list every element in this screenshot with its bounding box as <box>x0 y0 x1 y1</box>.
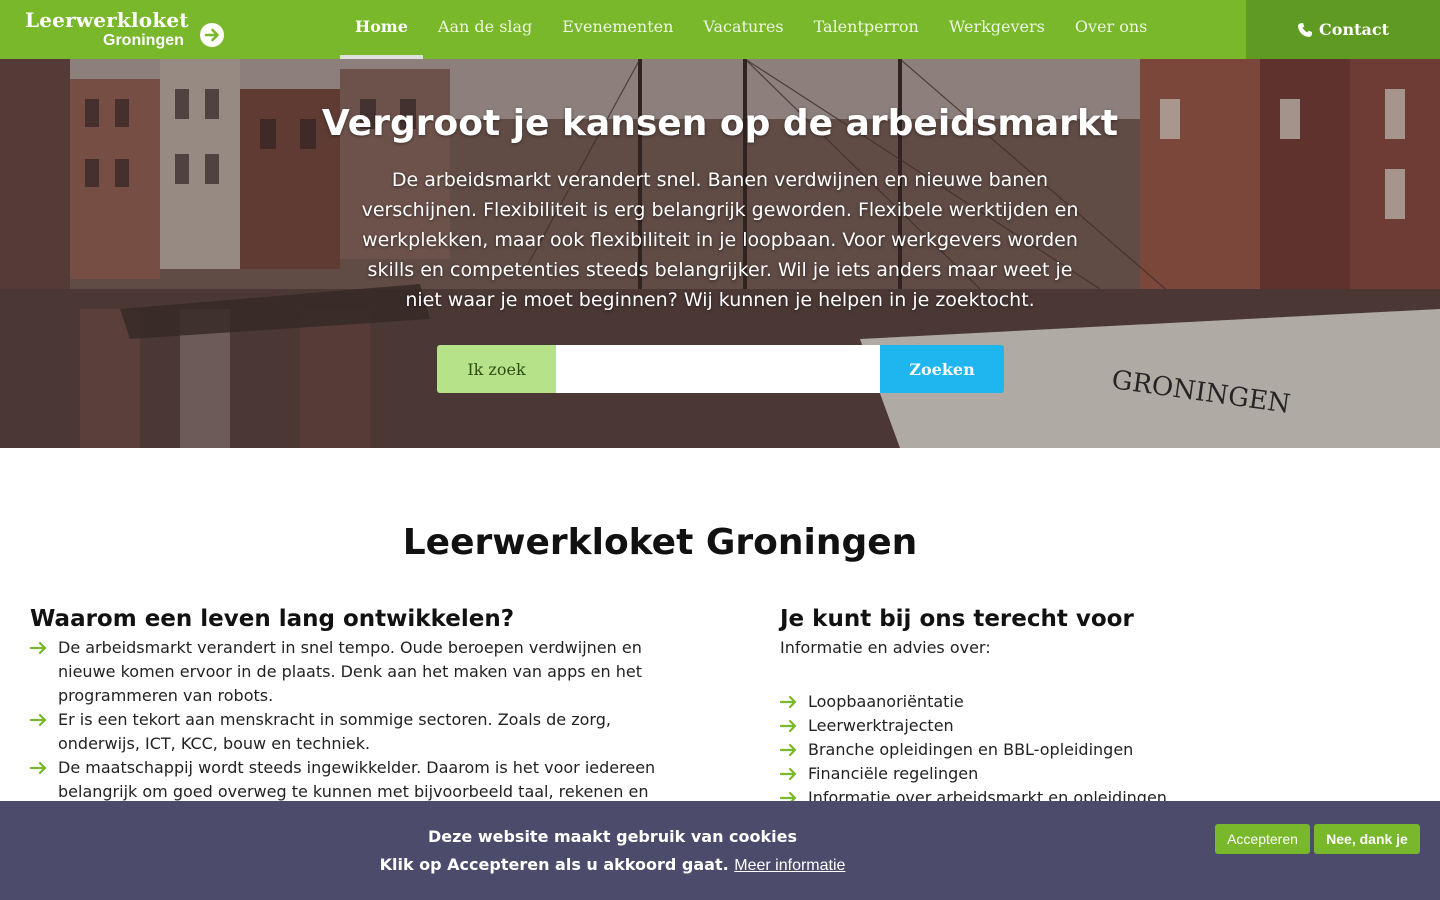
list-item: Leerwerktrajecten <box>780 714 1340 738</box>
why-develop-list: De arbeidsmarkt verandert in snel tempo.… <box>30 636 670 804</box>
arrow-right-icon <box>780 743 797 757</box>
cookie-message: Deze website maakt gebruik van cookies <box>427 827 798 846</box>
nav-item-vacatures[interactable]: Vacatures <box>688 0 798 59</box>
arrow-right-icon <box>780 695 797 709</box>
list-item-text: Branche opleidingen en BBL-opleidingen <box>808 740 1134 759</box>
nav-item-evenementen[interactable]: Evenementen <box>547 0 688 59</box>
cookie-instruction: Klik op Accepteren als u akkoord gaat. M… <box>0 855 1225 875</box>
cookie-instruction-text: Klik op Accepteren als u akkoord gaat. <box>379 855 729 874</box>
list-item-text: Er is een tekort aan menskracht in sommi… <box>58 710 611 753</box>
phone-icon <box>1298 22 1313 37</box>
search-button[interactable]: Zoeken <box>880 345 1004 393</box>
nav-item-over-ons[interactable]: Over ons <box>1060 0 1163 59</box>
main-nav: Home Aan de slag Evenementen Vacatures T… <box>340 0 1162 59</box>
list-item-text: Leerwerktrajecten <box>808 716 954 735</box>
list-item: Loopbaanoriëntatie <box>780 690 1340 714</box>
services-column: Je kunt bij ons terecht voor Informatie … <box>780 606 1340 810</box>
search-form: Ik zoek Zoeken <box>437 345 1004 393</box>
nav-item-home[interactable]: Home <box>340 0 423 59</box>
services-list: Loopbaanoriëntatie Leerwerktrajecten Bra… <box>780 690 1340 810</box>
list-item: Branche opleidingen en BBL-opleidingen <box>780 738 1340 762</box>
list-item: De arbeidsmarkt verandert in snel tempo.… <box>30 636 670 708</box>
arrow-right-icon <box>30 761 47 775</box>
why-develop-column: Waarom een leven lang ontwikkelen? De ar… <box>30 606 670 804</box>
list-item: De maatschappij wordt steeds ingewikkeld… <box>30 756 670 804</box>
accept-cookies-button[interactable]: Accepteren <box>1215 824 1310 854</box>
hero-description: De arbeidsmarkt verandert snel. Banen ve… <box>361 169 1079 311</box>
contact-label: Contact <box>1319 20 1389 39</box>
arrow-right-icon <box>780 767 797 781</box>
hero-banner: GRONINGEN Vergroot je kansen op de arbei… <box>0 59 1440 448</box>
section-title: Leerwerkloket Groningen <box>402 522 918 563</box>
site-logo[interactable]: Leerwerkloket Groningen <box>25 8 225 52</box>
list-item-text: Loopbaanoriëntatie <box>808 692 964 711</box>
arrow-right-icon <box>30 713 47 727</box>
nav-item-werkgevers[interactable]: Werkgevers <box>934 0 1060 59</box>
contact-button[interactable]: Contact <box>1246 0 1440 59</box>
arrow-right-circle-icon <box>200 23 224 47</box>
nav-item-aan-de-slag[interactable]: Aan de slag <box>423 0 547 59</box>
nav-item-talentperron[interactable]: Talentperron <box>799 0 934 59</box>
logo-title: Leerwerkloket <box>25 8 189 32</box>
search-label: Ik zoek <box>437 345 556 393</box>
list-item: Financiële regelingen <box>780 762 1340 786</box>
more-info-link[interactable]: Meer informatie <box>734 857 845 874</box>
search-input[interactable] <box>556 345 880 393</box>
arrow-right-icon <box>30 641 47 655</box>
arrow-right-icon <box>780 719 797 733</box>
list-item-text: De arbeidsmarkt verandert in snel tempo.… <box>58 638 642 705</box>
why-develop-title: Waarom een leven lang ontwikkelen? <box>30 606 515 632</box>
services-intro: Informatie en advies over: <box>780 638 991 657</box>
logo-subtitle: Groningen <box>103 32 184 49</box>
hero-title: Vergroot je kansen op de arbeidsmarkt <box>321 103 1119 144</box>
top-navigation-bar: Leerwerkloket Groningen Home Aan de slag… <box>0 0 1440 59</box>
list-item: Er is een tekort aan menskracht in sommi… <box>30 708 670 756</box>
decline-cookies-button[interactable]: Nee, dank je <box>1314 824 1420 854</box>
list-item-text: De maatschappij wordt steeds ingewikkeld… <box>58 758 656 801</box>
cookie-banner: Deze website maakt gebruik van cookies K… <box>0 801 1440 900</box>
list-item-text: Financiële regelingen <box>808 764 979 783</box>
services-title: Je kunt bij ons terecht voor <box>780 606 1134 632</box>
